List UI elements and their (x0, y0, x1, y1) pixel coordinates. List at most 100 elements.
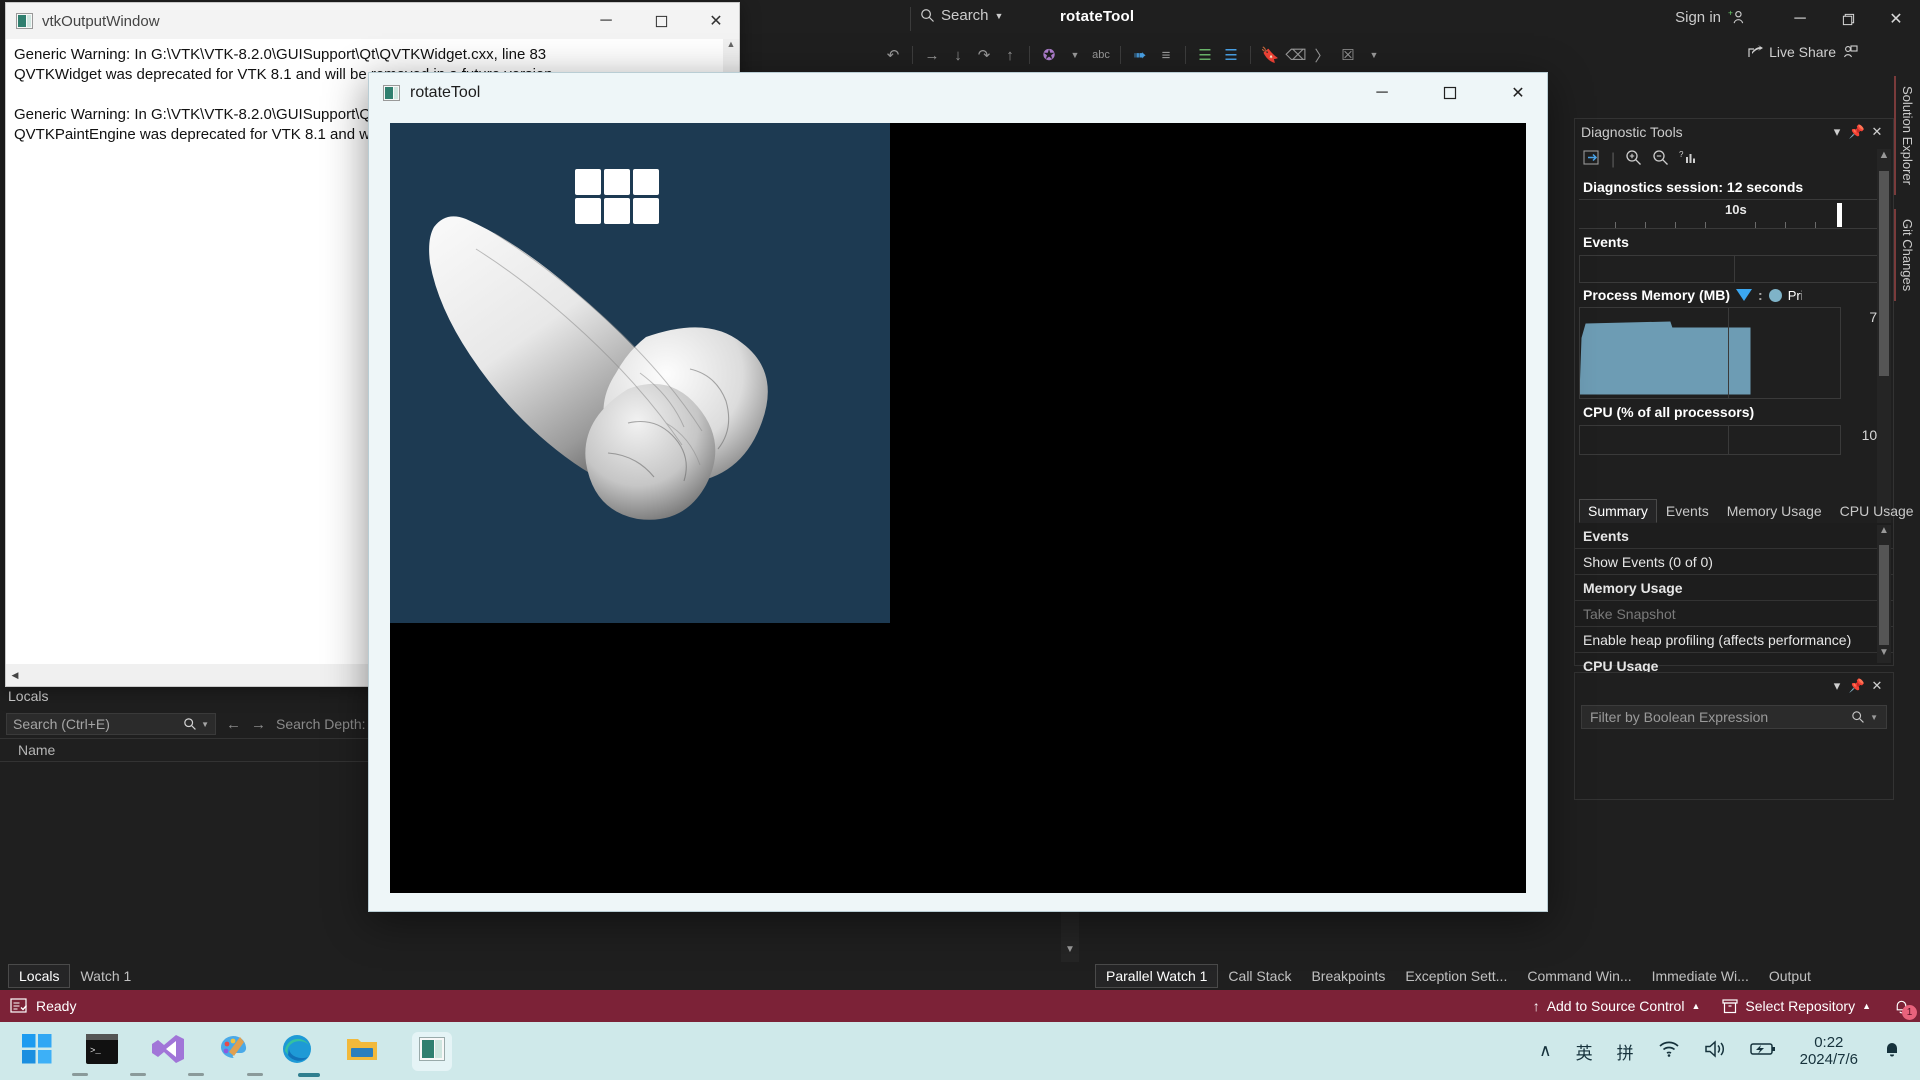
list-item[interactable]: Enable heap profiling (affects performan… (1575, 627, 1893, 653)
chevron-down-icon[interactable]: ▼ (995, 11, 1004, 21)
file-explorer-icon[interactable] (346, 1035, 378, 1068)
minimize-button[interactable]: ─ (583, 3, 629, 39)
ime-pinyin-indicator[interactable]: 拼 (1617, 1039, 1634, 1064)
spelling-icon[interactable]: abc (1088, 42, 1114, 68)
zoom-out-icon[interactable] (1652, 149, 1669, 171)
indent-icon[interactable]: ≡ (1153, 42, 1179, 68)
close-icon[interactable]: ✕ (1867, 678, 1887, 694)
cube-face[interactable] (633, 169, 659, 195)
refactor-icon[interactable]: ✪ (1036, 42, 1062, 68)
search-previous-icon[interactable]: ← (226, 716, 241, 733)
clock-date[interactable]: 2024/7/6 (1800, 1051, 1858, 1068)
list-item[interactable]: Show Events (0 of 0) (1575, 549, 1893, 575)
rotatetool-icon[interactable] (412, 1031, 452, 1071)
cube-face[interactable] (604, 169, 630, 195)
search-icon[interactable] (1851, 710, 1865, 724)
boolean-filter-input[interactable]: Filter by Boolean Expression ▼ (1581, 705, 1887, 729)
scroll-up-icon[interactable]: ▲ (723, 39, 739, 55)
scrollbar-thumb[interactable] (1879, 171, 1889, 376)
tab-immediate-window[interactable]: Immediate Wi... (1642, 965, 1759, 987)
live-share-button[interactable]: Live Share (1747, 44, 1858, 60)
tab-memory-usage[interactable]: Memory Usage (1718, 499, 1831, 523)
notification-bell-icon[interactable] (1882, 1039, 1902, 1064)
battery-icon[interactable] (1749, 1041, 1776, 1062)
wifi-icon[interactable] (1658, 1040, 1680, 1063)
close-icon[interactable]: ✕ (1867, 124, 1887, 140)
cube-face[interactable] (604, 198, 630, 224)
select-repository-button[interactable]: Select Repository ▲ (1722, 998, 1871, 1014)
overflow-icon[interactable]: ▼ (1361, 42, 1387, 68)
clear-bookmarks-icon[interactable]: ☒ (1335, 42, 1361, 68)
step-out-icon[interactable]: ↷ (971, 42, 997, 68)
tab-breakpoints[interactable]: Breakpoints (1301, 965, 1395, 987)
comment-icon[interactable]: ☰ (1192, 42, 1218, 68)
cube-face[interactable] (575, 169, 601, 195)
terminal-icon[interactable]: >_ (86, 1033, 118, 1069)
search-input[interactable]: Search (Ctrl+E) ▼ (6, 713, 216, 735)
reset-view-icon[interactable]: ? (1679, 150, 1696, 171)
chevron-down-icon[interactable]: ▾ (1827, 678, 1847, 694)
notifications-button[interactable]: 1 (1893, 998, 1917, 1020)
volume-icon[interactable] (1704, 1039, 1726, 1063)
ime-mode-indicator[interactable]: 英 (1576, 1039, 1593, 1064)
step-into-icon[interactable]: ↓ (945, 42, 971, 68)
close-button[interactable]: ✕ (1489, 73, 1547, 113)
chevron-up-icon[interactable]: ▲ (1862, 1001, 1871, 1011)
orientation-cube-widget[interactable] (575, 169, 659, 224)
tab-call-stack[interactable]: Call Stack (1218, 965, 1301, 987)
bookmark-icon[interactable]: 🔖 (1257, 42, 1283, 68)
scroll-down-icon[interactable]: ▼ (1061, 944, 1079, 962)
scroll-up-icon[interactable]: ▲ (1877, 525, 1891, 541)
restart-icon[interactable]: ↑ (997, 42, 1023, 68)
search-next-icon[interactable]: → (251, 716, 266, 733)
close-button[interactable]: ✕ (1872, 0, 1920, 38)
visual-studio-icon[interactable] (152, 1034, 184, 1069)
vtk-render-view[interactable] (390, 123, 890, 623)
list-item[interactable]: Take Snapshot (1575, 601, 1893, 627)
pin-icon[interactable]: 📌 (1847, 678, 1867, 694)
tab-summary[interactable]: Summary (1579, 499, 1657, 523)
zoom-in-icon[interactable] (1625, 149, 1642, 171)
previous-bookmark-icon[interactable]: ⌫ (1283, 42, 1309, 68)
tray-chevron-icon[interactable]: ∧ (1539, 1041, 1551, 1061)
paint-icon[interactable] (218, 1034, 248, 1069)
close-button[interactable]: ✕ (693, 3, 739, 39)
edge-icon[interactable] (282, 1034, 312, 1069)
minimize-button[interactable]: ─ (1776, 0, 1824, 38)
chevron-down-icon[interactable]: ▼ (1870, 713, 1878, 722)
sign-in-button[interactable]: Sign in + (1675, 9, 1745, 26)
chevron-down-icon[interactable]: ▾ (1827, 124, 1847, 140)
pointer-select-icon[interactable]: ➠ (1127, 42, 1153, 68)
timeline-cursor[interactable] (1837, 203, 1842, 227)
scroll-down-icon[interactable]: ▼ (1877, 647, 1891, 663)
restore-button[interactable] (1824, 0, 1872, 38)
summary-scrollbar[interactable]: ▲ ▼ (1877, 525, 1891, 663)
scroll-up-icon[interactable]: ▲ (1877, 149, 1891, 169)
cube-face[interactable] (633, 198, 659, 224)
uncomment-icon[interactable]: ☰ (1218, 42, 1244, 68)
tab-locals[interactable]: Locals (8, 964, 71, 988)
undo-icon[interactable]: ↶ (880, 42, 906, 68)
minimize-button[interactable]: ─ (1353, 73, 1411, 113)
maximize-button[interactable] (638, 3, 684, 39)
search-icon[interactable] (183, 717, 197, 731)
sidebar-item-solution-explorer[interactable]: Solution Explorer (1894, 76, 1919, 195)
next-bookmark-icon[interactable]: 〉 (1309, 42, 1335, 68)
start-icon[interactable] (22, 1033, 52, 1069)
tab-watch-1[interactable]: Watch 1 (70, 965, 141, 987)
scrollbar-thumb[interactable] (1879, 545, 1889, 645)
chevron-up-icon[interactable]: ▲ (1691, 1001, 1700, 1011)
search-box[interactable]: Search ▼ (920, 7, 1003, 24)
dropdown-icon[interactable]: ▼ (1062, 42, 1088, 68)
maximize-button[interactable] (1421, 73, 1479, 113)
cube-face[interactable] (575, 198, 601, 224)
tab-events[interactable]: Events (1657, 499, 1718, 523)
step-over-icon[interactable]: → (919, 42, 945, 68)
open-external-icon[interactable] (1583, 149, 1601, 171)
tab-output[interactable]: Output (1759, 965, 1821, 987)
tab-command-window[interactable]: Command Win... (1517, 965, 1641, 987)
tab-cpu-usage[interactable]: CPU Usage (1831, 499, 1920, 523)
timeline-ruler[interactable]: 10s (1579, 199, 1889, 229)
scroll-left-icon[interactable]: ◀ (6, 670, 24, 681)
chevron-down-icon[interactable]: ▼ (201, 720, 209, 729)
